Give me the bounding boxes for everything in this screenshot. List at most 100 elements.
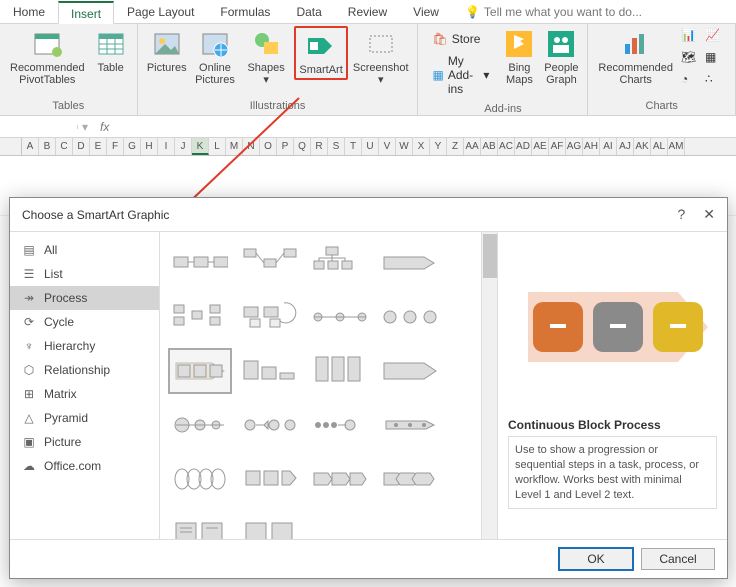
scatter-chart-icon[interactable]: ∴: [705, 72, 727, 92]
gallery-item-5[interactable]: [238, 294, 302, 340]
scrollbar-thumb[interactable]: [483, 234, 497, 278]
column-header-P[interactable]: P: [277, 138, 294, 155]
tab-formulas[interactable]: Formulas: [207, 0, 283, 23]
pie-chart-icon[interactable]: ◔: [681, 72, 703, 92]
column-header-K[interactable]: K: [192, 138, 209, 155]
gallery-item-12[interactable]: [168, 402, 232, 448]
store-button[interactable]: 🛍 Store: [428, 30, 493, 48]
gallery-item-18[interactable]: [308, 456, 372, 502]
tell-me-search[interactable]: 💡 Tell me what you want to do...: [452, 0, 655, 23]
name-box-dropdown-icon[interactable]: ▾: [78, 120, 92, 134]
column-header-X[interactable]: X: [413, 138, 430, 155]
gallery-item-11[interactable]: [378, 348, 442, 394]
bing-maps-button[interactable]: Bing Maps: [499, 26, 539, 88]
recommended-charts-button[interactable]: Recommended Charts: [594, 26, 677, 88]
gallery-item-15[interactable]: [378, 402, 442, 448]
tab-review[interactable]: Review: [335, 0, 400, 23]
help-icon[interactable]: ?: [677, 206, 685, 223]
column-header-C[interactable]: C: [56, 138, 73, 155]
gallery-item-14[interactable]: [308, 402, 372, 448]
column-header-AL[interactable]: AL: [651, 138, 668, 155]
gallery-item-19[interactable]: [378, 456, 442, 502]
table-button[interactable]: Table: [91, 26, 131, 76]
gallery-scrollbar[interactable]: [481, 232, 497, 539]
column-header-AH[interactable]: AH: [583, 138, 600, 155]
column-header-I[interactable]: I: [158, 138, 175, 155]
column-header-AD[interactable]: AD: [515, 138, 532, 155]
gallery-item-10[interactable]: [308, 348, 372, 394]
gallery-item-20[interactable]: [168, 510, 232, 539]
column-header-A[interactable]: A: [22, 138, 39, 155]
category-matrix[interactable]: ⊞Matrix: [10, 382, 159, 406]
people-graph-button[interactable]: People Graph: [541, 26, 581, 88]
tab-page-layout[interactable]: Page Layout: [114, 0, 207, 23]
column-header-L[interactable]: L: [209, 138, 226, 155]
column-header-AK[interactable]: AK: [634, 138, 651, 155]
column-header-S[interactable]: S: [328, 138, 345, 155]
hierarchy-chart-icon[interactable]: ▦: [705, 50, 727, 70]
tab-data[interactable]: Data: [283, 0, 334, 23]
column-header-Z[interactable]: Z: [447, 138, 464, 155]
column-header-H[interactable]: H: [141, 138, 158, 155]
category-hierarchy[interactable]: ♆Hierarchy: [10, 334, 159, 358]
column-header-AE[interactable]: AE: [532, 138, 549, 155]
gallery-item-4[interactable]: [168, 294, 232, 340]
map-chart-icon[interactable]: 🗺: [681, 50, 703, 70]
column-header-Q[interactable]: Q: [294, 138, 311, 155]
gallery-item-2[interactable]: [308, 240, 372, 286]
column-header-W[interactable]: W: [396, 138, 413, 155]
gallery-item-16[interactable]: [168, 456, 232, 502]
column-header-E[interactable]: E: [90, 138, 107, 155]
tab-view[interactable]: View: [400, 0, 452, 23]
column-header-AM[interactable]: AM: [668, 138, 685, 155]
column-header-J[interactable]: J: [175, 138, 192, 155]
column-header-AC[interactable]: AC: [498, 138, 515, 155]
category-pyramid[interactable]: △Pyramid: [10, 406, 159, 430]
category-all[interactable]: ▤All: [10, 238, 159, 262]
column-header-R[interactable]: R: [311, 138, 328, 155]
gallery-item-6[interactable]: [308, 294, 372, 340]
category-relationship[interactable]: ⬡Relationship: [10, 358, 159, 382]
line-chart-icon[interactable]: 📈: [705, 28, 727, 48]
gallery-item-17[interactable]: [238, 456, 302, 502]
gallery-item-13[interactable]: [238, 402, 302, 448]
column-header-V[interactable]: V: [379, 138, 396, 155]
column-header-M[interactable]: M: [226, 138, 243, 155]
fx-icon[interactable]: fx: [100, 120, 109, 134]
cancel-button[interactable]: Cancel: [641, 548, 715, 570]
name-box[interactable]: [0, 125, 78, 129]
gallery-item-8[interactable]: [168, 348, 232, 394]
pictures-button[interactable]: Pictures: [144, 26, 190, 76]
gallery-item-7[interactable]: [378, 294, 442, 340]
column-header-AB[interactable]: AB: [481, 138, 498, 155]
select-all-corner[interactable]: [0, 138, 22, 155]
online-pictures-button[interactable]: Online Pictures: [192, 26, 238, 88]
close-icon[interactable]: ✕: [703, 206, 715, 223]
gallery-item-23[interactable]: [378, 510, 442, 539]
gallery-item-9[interactable]: [238, 348, 302, 394]
gallery-item-3[interactable]: [378, 240, 442, 286]
category-office[interactable]: ☁Office.com: [10, 454, 159, 478]
my-addins-button[interactable]: ▦ My Add-ins ▾: [428, 52, 493, 98]
smartart-button[interactable]: SmartArt: [294, 26, 348, 80]
column-header-Y[interactable]: Y: [430, 138, 447, 155]
bar-chart-icon[interactable]: 📊: [681, 28, 703, 48]
shapes-button[interactable]: Shapes ▾: [240, 26, 292, 88]
column-header-U[interactable]: U: [362, 138, 379, 155]
tab-home[interactable]: Home: [0, 0, 58, 23]
gallery-item-1[interactable]: [238, 240, 302, 286]
column-header-F[interactable]: F: [107, 138, 124, 155]
category-process[interactable]: ↠Process: [10, 286, 159, 310]
screenshot-button[interactable]: Screenshot▾: [350, 26, 412, 88]
column-header-B[interactable]: B: [39, 138, 56, 155]
ok-button[interactable]: OK: [559, 548, 633, 570]
column-header-N[interactable]: N: [243, 138, 260, 155]
column-header-AI[interactable]: AI: [600, 138, 617, 155]
column-header-O[interactable]: O: [260, 138, 277, 155]
gallery-item-0[interactable]: [168, 240, 232, 286]
category-picture[interactable]: ▣Picture: [10, 430, 159, 454]
column-header-AG[interactable]: AG: [566, 138, 583, 155]
column-header-D[interactable]: D: [73, 138, 90, 155]
category-cycle[interactable]: ⟳Cycle: [10, 310, 159, 334]
column-header-AA[interactable]: AA: [464, 138, 481, 155]
